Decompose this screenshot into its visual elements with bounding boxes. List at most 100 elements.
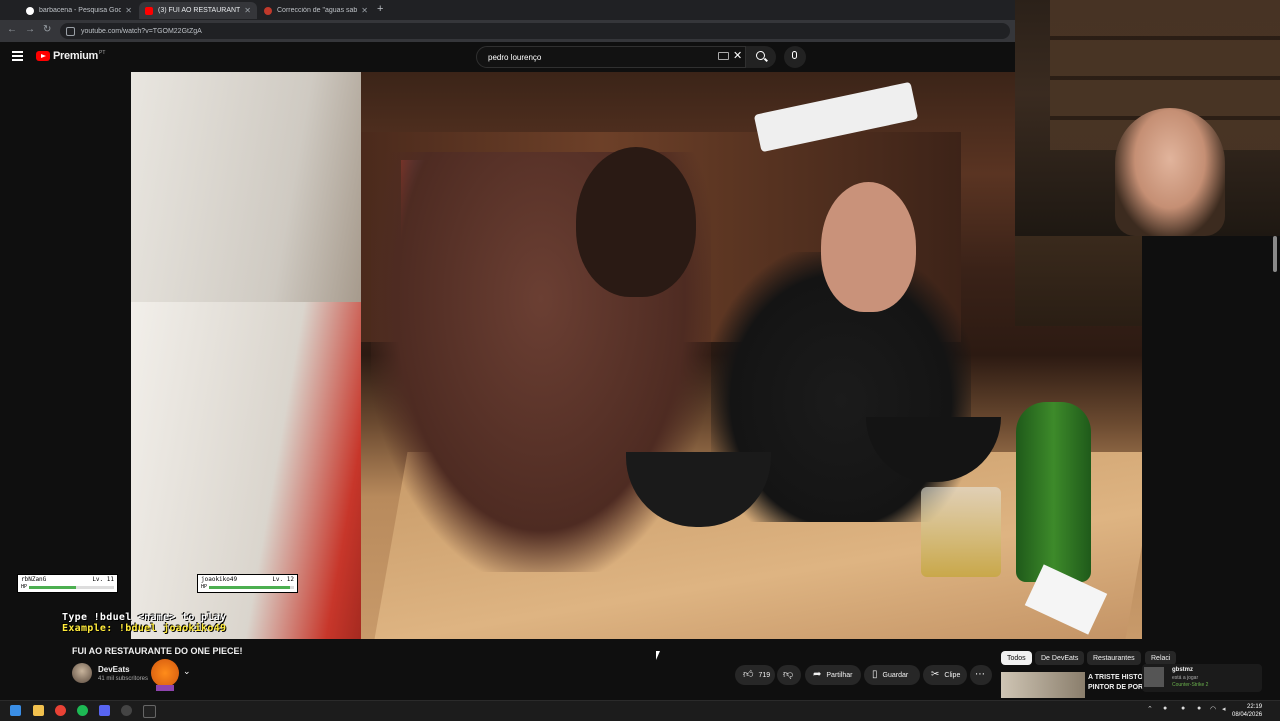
chip-related[interactable]: Relaci xyxy=(1145,651,1177,665)
close-icon[interactable]: ✕ xyxy=(244,6,251,15)
share-icon: ➦ xyxy=(813,669,822,680)
player-card-1: rbNZanG Lv. 11 HP xyxy=(17,574,118,593)
tab-correccion[interactable]: Corrección de "aguas saborizad ✕ xyxy=(258,2,374,19)
youtube-logo[interactable]: Premium PT xyxy=(36,50,105,62)
player-name: joaokiko49 xyxy=(201,576,238,583)
logo-region: PT xyxy=(98,50,106,56)
person-head xyxy=(821,182,916,312)
duel-line-1: Type !bduel <name> to play xyxy=(62,612,227,623)
scissors-icon: ✂ xyxy=(931,669,940,680)
drinking-glass xyxy=(921,487,1001,577)
bookmark-icon: ▯ xyxy=(872,669,878,680)
clear-search-icon[interactable]: ✕ xyxy=(733,49,742,62)
chip-restaurants[interactable]: Restaurantes xyxy=(1087,651,1141,665)
green-bottle xyxy=(1016,402,1091,582)
keyboard-icon[interactable] xyxy=(718,52,729,60)
mouse-cursor xyxy=(656,651,664,660)
share-button[interactable]: ➦ Partilhar xyxy=(805,665,861,685)
reload-icon[interactable]: ↻ xyxy=(43,24,51,35)
system-clock[interactable]: 22:19 08/04/2026 xyxy=(1232,703,1262,719)
tray-chevron-icon[interactable]: ⌃ xyxy=(1147,705,1153,713)
tray-app-icon[interactable]: ● xyxy=(1163,705,1167,712)
friend-avatar xyxy=(1144,667,1164,687)
recommended-title[interactable]: A TRISTE HISTÓ PINTOR DE POR xyxy=(1088,673,1143,693)
dislike-button[interactable]: 👎︎ xyxy=(777,665,801,685)
duel-line-2: Example: !bduel joaokiko49 xyxy=(62,623,227,634)
clip-button[interactable]: ✂ Clipe xyxy=(923,665,967,685)
youtube-header: Premium PT ✕ xyxy=(0,42,1015,72)
search-icon xyxy=(756,51,765,60)
windows-start-icon[interactable] xyxy=(10,705,21,716)
player-name: rbNZanG xyxy=(21,576,47,583)
url-text: youtube.com/watch?v=TGOM22GtZgA xyxy=(81,27,202,35)
back-icon[interactable]: ← xyxy=(7,24,17,35)
figure-shelf-overlay xyxy=(1015,236,1142,326)
channel-name[interactable]: DevEats xyxy=(98,665,130,674)
search-button[interactable] xyxy=(746,46,776,68)
hp-bar xyxy=(29,585,114,589)
volume-icon[interactable]: ◂ xyxy=(1222,705,1226,713)
tray-app-icon[interactable]: ● xyxy=(1197,705,1201,712)
hp-label: HP xyxy=(21,584,28,590)
friend-game: Counter-Strike 2 xyxy=(1172,682,1209,688)
obs-icon[interactable] xyxy=(121,705,132,716)
clock-date: 08/04/2026 xyxy=(1232,712,1263,718)
tab-label: barbacena - Pesquisa Google xyxy=(39,7,122,14)
hp-bar xyxy=(209,585,294,589)
streamer xyxy=(1115,108,1225,236)
chevron-down-icon[interactable]: ⌄ xyxy=(183,666,191,677)
save-button[interactable]: ▯ Guardar xyxy=(864,665,920,685)
thumbs-down-icon: 👎︎ xyxy=(783,669,794,680)
recommended-thumbnail[interactable] xyxy=(1001,672,1085,698)
share-label: Partilhar xyxy=(826,671,853,679)
close-icon[interactable]: ✕ xyxy=(125,6,132,15)
clock-time: 22:19 xyxy=(1247,704,1263,710)
search-input[interactable] xyxy=(486,51,710,63)
site-info-icon[interactable] xyxy=(66,26,75,36)
chrome-icon[interactable] xyxy=(55,705,66,716)
google-icon xyxy=(26,6,34,15)
thumbs-up-icon: 👍︎ xyxy=(743,669,754,680)
scrollbar-thumb[interactable] xyxy=(1273,236,1277,272)
person-head xyxy=(576,147,696,297)
app-icon[interactable] xyxy=(143,705,156,718)
more-actions-button[interactable]: ⋯ xyxy=(970,665,992,685)
url-field[interactable]: youtube.com/watch?v=TGOM22GtZgA xyxy=(60,23,1010,39)
discord-icon[interactable] xyxy=(99,705,110,716)
spotify-icon[interactable] xyxy=(77,705,88,716)
like-count: 719 xyxy=(758,671,771,679)
friend-name: gbstmz xyxy=(1172,667,1193,673)
hp-fill xyxy=(29,585,76,589)
tab-google-search[interactable]: barbacena - Pesquisa Google ✕ xyxy=(20,2,138,19)
wifi-icon[interactable]: ◠ xyxy=(1210,705,1216,713)
video-player[interactable] xyxy=(131,72,1142,639)
recommended-title-line-2: PINTOR DE POR xyxy=(1088,684,1143,691)
pumpkin-overlay-icon xyxy=(151,659,179,691)
new-tab-button[interactable]: + xyxy=(377,3,383,15)
forward-icon[interactable]: → xyxy=(25,24,35,35)
chip-from-channel[interactable]: De DevEats xyxy=(1035,651,1085,665)
search-box xyxy=(476,46,746,68)
tab-youtube-video[interactable]: (3) FUI AO RESTAURANTE D ✕ xyxy=(139,2,257,19)
voice-search-button[interactable] xyxy=(784,46,806,68)
chip-all[interactable]: Todos xyxy=(1001,651,1032,665)
like-button[interactable]: 👍︎ 719 xyxy=(735,665,775,685)
video-title: FUI AO RESTAURANTE DO ONE PIECE! xyxy=(72,646,243,656)
youtube-icon xyxy=(145,6,153,15)
tab-label: Corrección de "aguas saborizad xyxy=(277,7,358,14)
tray-app-icon[interactable]: ● xyxy=(1181,705,1185,712)
subscriber-count: 41 mil subscritores xyxy=(98,676,149,682)
hp-label: HP xyxy=(201,584,208,590)
tab-label: (3) FUI AO RESTAURANTE D xyxy=(158,7,241,14)
channel-avatar[interactable] xyxy=(72,663,92,683)
steam-notification[interactable]: gbstmz está a jogar Counter-Strike 2 xyxy=(1142,664,1262,692)
hp-fill xyxy=(209,585,290,589)
duel-instructions: Type !bduel <name> to play Example: !bdu… xyxy=(62,612,226,634)
menu-icon[interactable] xyxy=(12,51,23,61)
player-card-2: joaokiko49 Lv. 12 HP xyxy=(197,574,298,593)
page-icon xyxy=(264,6,272,15)
close-icon[interactable]: ✕ xyxy=(361,6,368,15)
file-explorer-icon[interactable] xyxy=(33,705,44,716)
recommended-title-line-1: A TRISTE HISTÓ xyxy=(1088,674,1143,681)
player-level: Lv. 12 xyxy=(272,576,294,583)
